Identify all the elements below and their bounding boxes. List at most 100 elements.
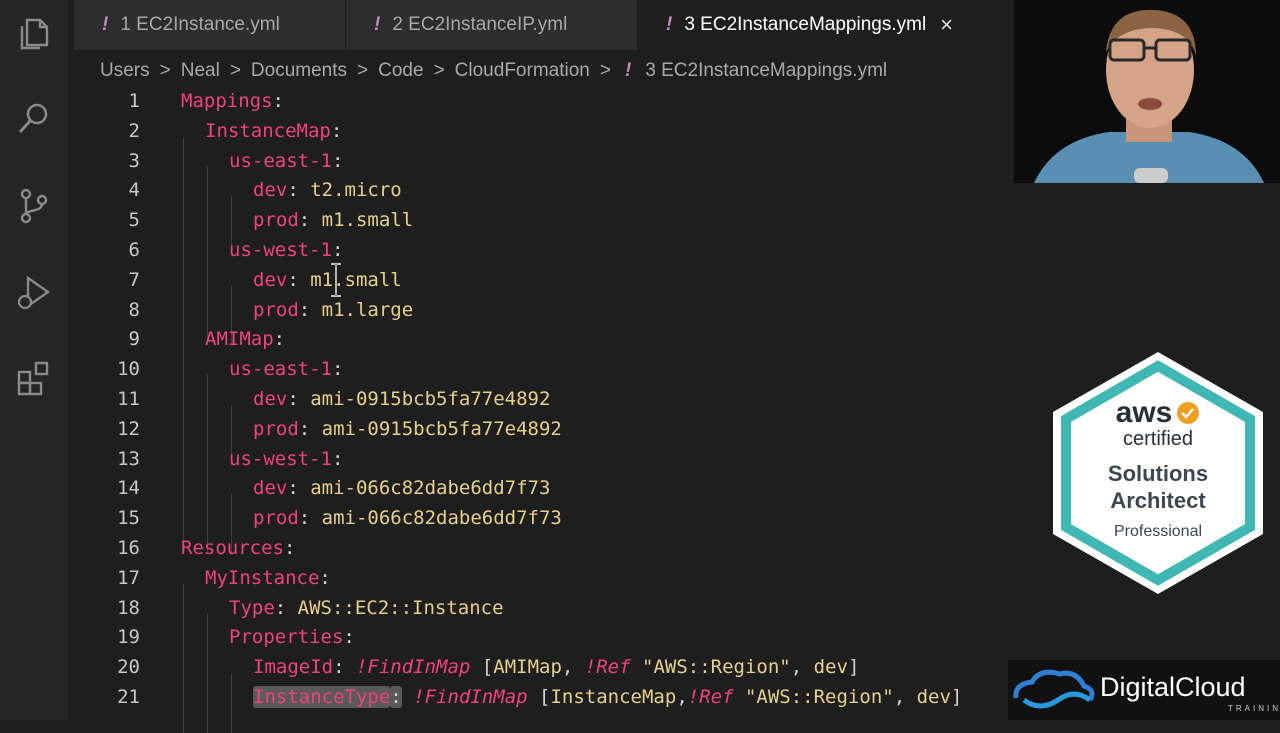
code-line[interactable]: 19 Properties:: [74, 623, 1014, 674]
code-line[interactable]: 9 AMIMap:: [74, 325, 1014, 376]
code-text: AMIMap:: [140, 325, 285, 376]
extensions-icon[interactable]: [12, 356, 56, 400]
code-token: :: [287, 268, 311, 291]
code-token: :: [272, 90, 284, 112]
breadcrumb-item-file[interactable]: 3 EC2InstanceMappings.yml: [645, 60, 887, 82]
code-token: :: [331, 358, 344, 381]
code-line[interactable]: 12 prod: ami-0915bcb5fa77e4892: [74, 415, 1014, 465]
logo-name: DigitalCloud: [1100, 672, 1246, 702]
code-line[interactable]: 16 Resources:: [74, 534, 1014, 564]
code-token: t2.micro: [310, 179, 402, 202]
code-token: :: [331, 447, 344, 470]
code-token: dev: [813, 656, 848, 679]
code-line[interactable]: 8 prod: m1.large: [74, 296, 1014, 346]
code-token: ami-066c82dabe6dd7f73: [321, 507, 562, 530]
line-number: 8: [128, 298, 140, 321]
breadcrumb: Users > Neal > Documents > Code > CloudF…: [100, 56, 887, 86]
code-token: dev: [253, 268, 288, 291]
code-line[interactable]: 10 us-east-1:: [74, 355, 1014, 405]
code-text: prod: ami-066c82dabe6dd7f73: [140, 504, 562, 554]
run-debug-icon[interactable]: [12, 270, 56, 314]
code-token: Type: [229, 596, 275, 619]
code-token: :: [331, 149, 344, 172]
code-token: :: [274, 596, 298, 619]
code-line[interactable]: 7 dev: m1.small: [74, 266, 1014, 316]
source-control-icon[interactable]: [12, 184, 56, 228]
code-line[interactable]: 4 dev: t2.micro: [74, 176, 1014, 227]
code-token: :: [333, 656, 356, 679]
breadcrumb-item-code[interactable]: Code: [378, 60, 423, 82]
badge-certified: certified: [1122, 428, 1194, 450]
line-number: 12: [117, 417, 140, 440]
badge-solutions: Solutions: [1107, 461, 1209, 486]
code-token: "AWS::Region": [744, 685, 894, 708]
code-line[interactable]: 5 prod: m1.small: [74, 206, 1014, 256]
yaml-file-icon: !: [374, 14, 381, 35]
code-token: :: [298, 417, 322, 440]
code-line[interactable]: 1 Mappings:: [74, 87, 1014, 117]
line-number: 21: [117, 685, 140, 708]
code-token: !FindInMap: [355, 656, 471, 679]
code-token: ,: [561, 656, 585, 679]
line-number: 3: [128, 149, 140, 172]
code-text: InstanceType: !FindInMap [InstanceMap,!R…: [140, 683, 962, 733]
breadcrumb-item-cloudformation[interactable]: CloudFormation: [455, 60, 590, 82]
line-number: 16: [117, 536, 140, 559]
code-token: AMIMap: [205, 328, 274, 351]
code-token: ImageId: [253, 656, 334, 679]
code-line[interactable]: 21 InstanceType: !FindInMap [InstanceMap,…: [74, 683, 1014, 733]
cloud-logo-icon: [1013, 669, 1095, 709]
code-line[interactable]: 11 dev: ami-0915bcb5fa77e4892: [74, 385, 1014, 435]
code-text: dev: ami-066c82dabe6dd7f73: [140, 474, 550, 525]
code-token: InstanceType: [253, 685, 391, 708]
tab-ec2instance[interactable]: ! 1 EC2Instance.yml: [74, 0, 346, 50]
code-token: [: [470, 656, 494, 679]
code-line[interactable]: 14 dev: ami-066c82dabe6dd7f73: [74, 474, 1014, 525]
tab-ec2instancemappings[interactable]: ! 3 EC2InstanceMappings.yml ×: [638, 0, 1014, 50]
code-token: :: [343, 626, 355, 649]
code-line[interactable]: 20 ImageId: !FindInMap [AMIMap, !Ref "AWS…: [74, 653, 1014, 703]
tab-ec2instanceip[interactable]: ! 2 EC2InstanceIP.yml: [346, 0, 638, 50]
breadcrumb-item-neal[interactable]: Neal: [181, 60, 220, 82]
line-number: 11: [117, 387, 140, 410]
code-line[interactable]: 13 us-west-1:: [74, 445, 1014, 495]
code-token: us-west-1: [229, 447, 332, 470]
code-line[interactable]: 6 us-west-1:: [74, 236, 1014, 286]
breadcrumb-item-users[interactable]: Users: [100, 60, 150, 82]
code-editor[interactable]: 1 Mappings: 2 InstanceMap: 3 us-east-1: 4 dev: …: [74, 87, 1014, 733]
code-line[interactable]: 18 Type: AWS::EC2::Instance: [74, 594, 1014, 644]
line-number: 5: [128, 209, 140, 232]
code-token: :: [287, 477, 311, 500]
code-token: m1.small: [321, 209, 414, 232]
code-token: AWS::EC2::Instance: [297, 596, 504, 619]
code-token: us-west-1: [229, 238, 332, 261]
digitalcloud-logo: DigitalCloud TRAINING: [1008, 660, 1280, 720]
line-number: 13: [117, 447, 140, 470]
code-line[interactable]: 15 prod: ami-066c82dabe6dd7f73: [74, 504, 1014, 554]
code-token: prod: [253, 507, 299, 530]
code-token: :: [331, 238, 344, 261]
line-number: 1: [128, 90, 140, 112]
presenter-video: [1014, 0, 1280, 183]
code-token: ,: [893, 685, 917, 708]
code-line[interactable]: 17 MyInstance:: [74, 564, 1014, 614]
line-number: 10: [117, 358, 140, 381]
code-text: Properties:: [140, 623, 355, 674]
code-token: dev: [253, 477, 288, 500]
explorer-icon[interactable]: [12, 12, 56, 56]
close-icon[interactable]: ×: [940, 12, 953, 38]
code-token: :: [298, 507, 322, 530]
breadcrumb-item-documents[interactable]: Documents: [251, 60, 347, 82]
code-text: us-east-1:: [140, 355, 344, 405]
code-token: ami-0915bcb5fa77e4892: [321, 417, 562, 440]
search-icon[interactable]: [12, 96, 56, 140]
code-text: us-west-1:: [140, 236, 344, 286]
code-text: dev: t2.micro: [140, 176, 402, 227]
code-line[interactable]: 2 InstanceMap:: [74, 117, 1014, 167]
code-line[interactable]: 3 us-east-1:: [74, 147, 1014, 197]
line-number: 20: [117, 656, 140, 679]
tab-label: 1 EC2Instance.yml: [120, 14, 280, 35]
code-token: !Ref: [584, 656, 631, 679]
code-token: Properties: [229, 626, 344, 649]
